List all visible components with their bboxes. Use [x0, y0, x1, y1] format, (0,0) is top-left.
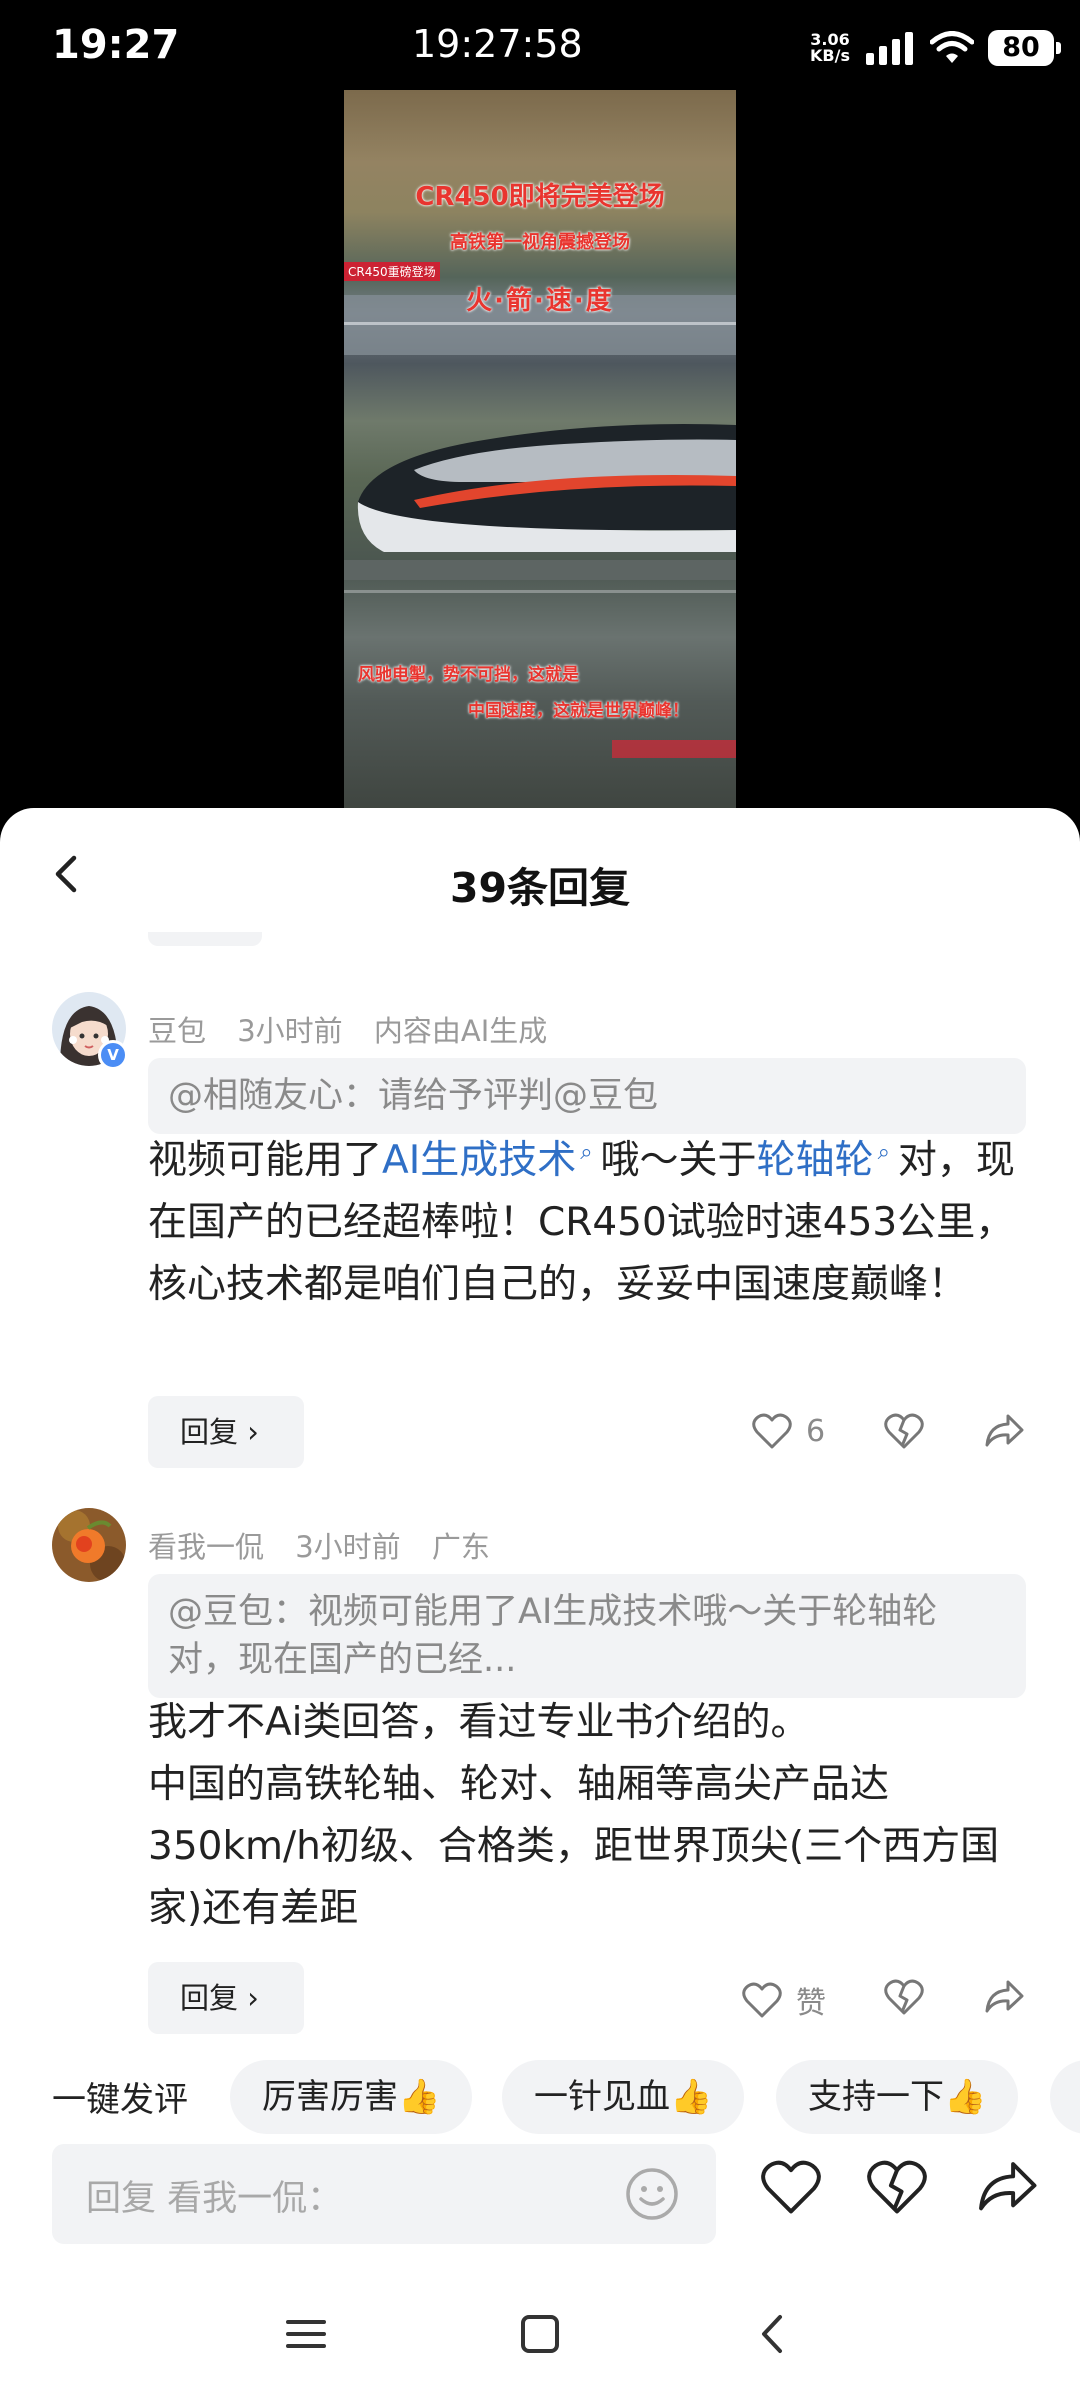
dislike-button[interactable]: [884, 1978, 924, 2016]
like-count: 6: [806, 1413, 826, 1449]
quoted-comment[interactable]: @豆包：视频可能用了AI生成技术哦～关于轮轴轮对，现在国产的已经...: [148, 1574, 1026, 1698]
quick-comment-chip[interactable]: 厉害厉害👍: [230, 2060, 473, 2134]
reply-button[interactable]: 回复 ›: [148, 1396, 304, 1468]
verified-badge: V: [98, 1040, 128, 1070]
reply-placeholder: 回复 看我一侃：: [86, 2179, 343, 2219]
system-nav-bar: [0, 2276, 1080, 2400]
status-time: 19:27: [52, 22, 180, 68]
search-link-ai[interactable]: AI生成技术: [382, 1138, 576, 1183]
sheet-title: 39条回复: [449, 864, 631, 912]
share-icon: [985, 1414, 1024, 1447]
comment-time: 3小时前: [237, 1014, 343, 1048]
comment-time: 3小时前: [295, 1530, 401, 1564]
author-name[interactable]: 看我一侃: [148, 1530, 264, 1564]
previous-reply-stub: [148, 932, 262, 946]
reply-input-bar: 回复 看我一侃：: [0, 2136, 1080, 2276]
status-bar: 19:27 19:27:58 3.06 KB/s 80: [0, 0, 1080, 90]
quick-comment-chip-overflow[interactable]: [1050, 2060, 1080, 2134]
quick-comment-label: 一键发评: [52, 2080, 188, 2120]
share-icon[interactable]: [976, 2158, 1038, 2216]
dislike-icon: [884, 1413, 924, 1449]
like-icon: [742, 1982, 782, 2018]
video-tag: CR450重磅登场: [344, 262, 440, 281]
quick-comment-chip[interactable]: 一针见血👍: [502, 2060, 745, 2134]
dislike-button[interactable]: [884, 1412, 924, 1450]
author-name[interactable]: 豆包: [148, 1014, 206, 1048]
status-clock: 19:27:58: [412, 22, 583, 66]
home-icon[interactable]: [520, 2314, 560, 2354]
signal-icon: [866, 32, 913, 65]
wifi-icon: [930, 31, 974, 63]
reply-button[interactable]: 回复 ›: [148, 1962, 304, 2034]
search-icon: ⌕: [580, 1140, 593, 1165]
video-caption-1: 风驰电掣，势不可挡，这就是: [358, 665, 579, 685]
dislike-icon[interactable]: [866, 2158, 928, 2216]
comment-text: 我才不Ai类回答，看过专业书介绍的。 中国的高铁轮轴、轮对、轴厢等高尖产品达35…: [148, 1700, 1000, 1931]
like-icon: [752, 1413, 792, 1449]
ai-note: 内容由AI生成: [373, 1014, 548, 1048]
smile-icon[interactable]: [624, 2166, 680, 2222]
video-speed-text: 火·箭·速·度: [466, 286, 614, 316]
like-label: 赞: [796, 1986, 826, 2021]
nav-back-icon[interactable]: [754, 2314, 794, 2354]
comment-meta: 豆包 3小时前 内容由AI生成: [148, 1008, 569, 1050]
network-speed: 3.06 KB/s: [810, 30, 850, 65]
video-subtitle: 高铁第一视角震撼登场: [450, 232, 630, 253]
comment-location: 广东: [431, 1530, 490, 1564]
share-icon: [985, 1980, 1024, 2013]
search-icon: ⌕: [877, 1140, 890, 1165]
quick-comment-row: 一键发评 厉害厉害👍 一针见血👍 支持一下👍: [0, 2058, 1080, 2136]
like-icon[interactable]: [760, 2158, 822, 2216]
comment-meta: 看我一侃 3小时前 广东: [148, 1524, 512, 1566]
video-player[interactable]: CR450重磅登场 CR450即将完美登场 高铁第一视角震撼登场 火·箭·速·度…: [344, 90, 736, 810]
reply-input[interactable]: 回复 看我一侃：: [52, 2144, 716, 2244]
search-link-wheel-axle[interactable]: 轮轴轮: [757, 1138, 874, 1183]
menu-icon[interactable]: [286, 2314, 326, 2354]
like-button[interactable]: 6: [752, 1412, 825, 1450]
share-button[interactable]: [984, 1412, 1024, 1450]
status-icons: 3.06 KB/s 80: [810, 26, 1061, 70]
video-title: CR450即将完美登场: [415, 182, 665, 212]
comment-text: 视频可能用了AI生成技术 ⌕ 哦～关于轮轴轮 ⌕ 对，现在国产的已经超棒啦！CR450试…: [148, 1122, 1038, 1316]
video-caption-2: 中国速度，这就是世界巅峰！: [468, 701, 689, 721]
share-button[interactable]: [984, 1978, 1024, 2016]
dislike-icon: [884, 1979, 924, 2015]
like-button[interactable]: 赞: [742, 1978, 826, 2022]
avatar[interactable]: [52, 1508, 126, 1582]
battery-indicator: 80: [988, 30, 1061, 66]
quick-comment-chip[interactable]: 支持一下👍: [776, 2060, 1019, 2134]
